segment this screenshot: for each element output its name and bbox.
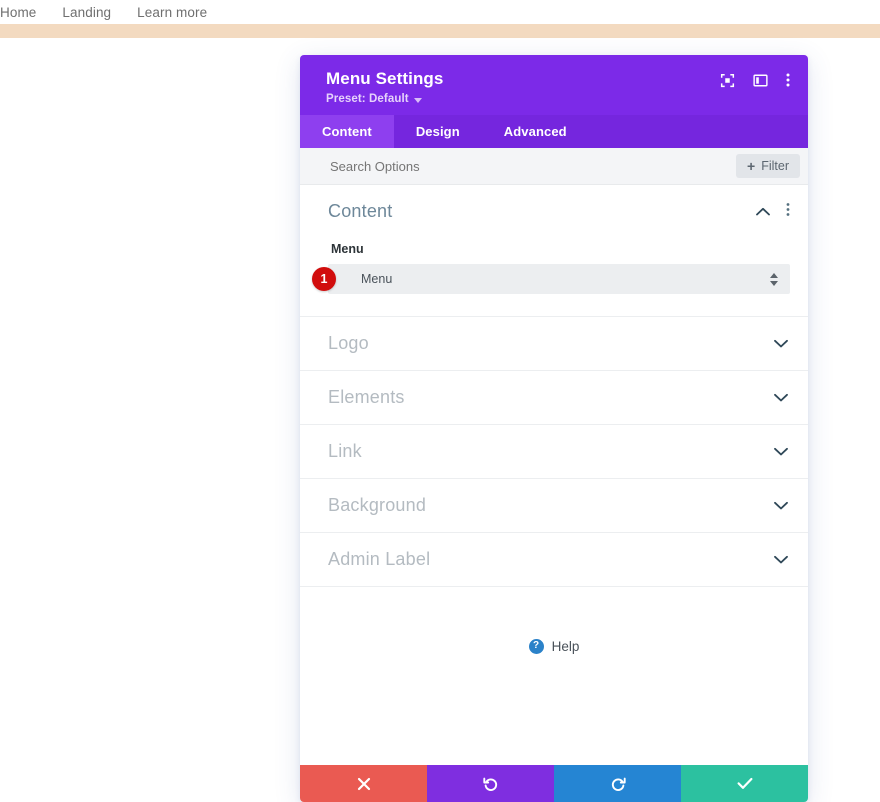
step-badge: 1 xyxy=(312,267,336,291)
menu-select-wrapper: Menu 1 xyxy=(312,264,790,294)
accent-bar xyxy=(0,24,880,38)
chevron-down-icon xyxy=(774,335,788,353)
chevron-down-icon xyxy=(774,551,788,569)
preset-label: Preset: Default xyxy=(326,93,409,105)
section-logo[interactable]: Logo xyxy=(300,317,808,371)
close-icon xyxy=(357,777,371,791)
redo-icon xyxy=(610,776,626,792)
menu-select[interactable]: Menu xyxy=(328,264,790,294)
modal-header-left: Menu Settings Preset: Default xyxy=(326,69,443,105)
section-link-title: Link xyxy=(328,441,362,461)
section-kebab-menu-icon[interactable] xyxy=(786,202,790,222)
help-label: Help xyxy=(551,638,580,654)
section-elements[interactable]: Elements xyxy=(300,371,808,425)
nav-link-landing[interactable]: Landing xyxy=(62,5,111,20)
modal-header: Menu Settings Preset: Default xyxy=(300,55,808,115)
nav-link-learn-more[interactable]: Learn more xyxy=(137,5,207,20)
section-content-header[interactable]: Content xyxy=(328,201,790,222)
search-bar: + Filter xyxy=(300,148,808,185)
tab-content[interactable]: Content xyxy=(300,115,394,148)
kebab-menu-icon[interactable] xyxy=(786,72,790,88)
focus-icon[interactable] xyxy=(720,73,735,88)
modal-header-icons xyxy=(720,72,790,88)
modal-footer xyxy=(300,765,808,802)
help-area: ? Help xyxy=(300,587,808,705)
question-mark-icon: ? xyxy=(528,638,544,654)
save-button[interactable] xyxy=(681,765,808,802)
section-content-actions xyxy=(756,202,790,222)
modal-title: Menu Settings xyxy=(326,69,444,88)
menu-field-label: Menu xyxy=(331,242,364,256)
menu-select-value: Menu xyxy=(361,272,393,286)
section-content: Content Menu Menu 1 xyxy=(300,185,808,317)
preset-selector[interactable]: Preset: Default xyxy=(326,93,443,105)
section-link[interactable]: Link xyxy=(300,425,808,479)
filter-button[interactable]: + Filter xyxy=(736,154,800,178)
modal-body-spacer xyxy=(300,705,808,765)
stepper-arrows-icon xyxy=(770,272,778,286)
section-admin-label-title: Admin Label xyxy=(328,549,431,569)
chevron-up-icon[interactable] xyxy=(756,203,770,221)
undo-button[interactable] xyxy=(427,765,554,802)
site-navigation: Home Landing Learn more xyxy=(0,0,880,24)
check-icon xyxy=(737,777,753,790)
section-elements-title: Elements xyxy=(328,387,405,407)
chevron-down-icon xyxy=(413,97,422,103)
search-input[interactable] xyxy=(328,157,632,175)
section-content-title: Content xyxy=(328,201,393,221)
cancel-button[interactable] xyxy=(300,765,427,802)
redo-button[interactable] xyxy=(554,765,681,802)
tab-advanced[interactable]: Advanced xyxy=(482,115,589,148)
section-admin-label[interactable]: Admin Label xyxy=(300,533,808,587)
section-logo-title: Logo xyxy=(328,333,369,353)
tab-design[interactable]: Design xyxy=(394,115,482,148)
chevron-down-icon xyxy=(774,497,788,515)
section-background[interactable]: Background xyxy=(300,479,808,533)
section-background-title: Background xyxy=(328,495,427,515)
undo-icon xyxy=(482,776,499,792)
modal-tabs: Content Design Advanced xyxy=(300,115,808,148)
plus-icon: + xyxy=(747,158,756,174)
panel-layout-icon[interactable] xyxy=(753,73,768,88)
menu-settings-modal: Menu Settings Preset: Default Content De… xyxy=(300,55,808,802)
chevron-down-icon xyxy=(774,443,788,461)
help-link[interactable]: ? Help xyxy=(528,638,580,654)
chevron-down-icon xyxy=(774,389,788,407)
nav-link-home[interactable]: Home xyxy=(0,5,36,20)
filter-button-label: Filter xyxy=(761,159,789,173)
